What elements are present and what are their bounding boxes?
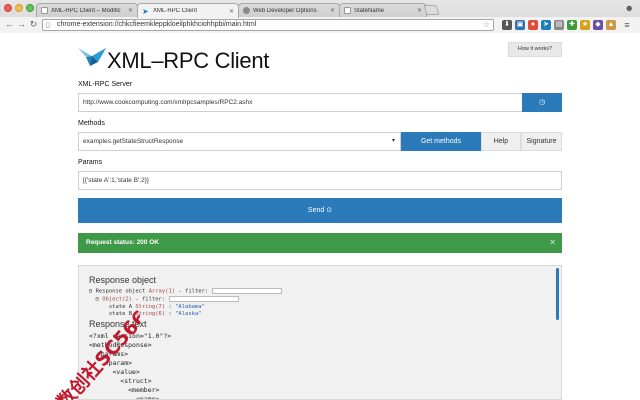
zoom-window-button[interactable] <box>26 4 34 12</box>
extension-blue-icon[interactable]: ▣ <box>515 20 525 30</box>
extension-green-icon[interactable]: ✚ <box>567 20 577 30</box>
bird-logo-icon <box>78 48 106 66</box>
bookmark-star-icon[interactable]: ☆ <box>483 20 490 30</box>
profile-icon[interactable]: ☻ <box>625 3 634 13</box>
browser-tab-1[interactable]: XML-RPC Client – Modific ✕ <box>36 3 138 17</box>
bird-logo-icon: ➤ <box>142 6 149 16</box>
object-tree-row[interactable]: ⊟ Response object Array(1) - filter: <box>89 288 282 295</box>
chevron-down-icon: ▾ <box>391 138 395 144</box>
extension-purple-icon[interactable]: ◆ <box>593 20 603 30</box>
response-xml-text: <?xml version="1.0"?> <methodResponse> <… <box>89 332 172 400</box>
get-methods-button[interactable]: Get methods <box>401 132 481 151</box>
signature-button[interactable]: Signature <box>521 132 562 151</box>
page-icon <box>41 7 48 14</box>
response-object-heading: Response object <box>89 275 157 285</box>
methods-label: Methods <box>78 120 105 127</box>
back-icon[interactable]: ← <box>4 19 15 30</box>
close-tab-icon[interactable]: ✕ <box>128 7 133 14</box>
response-scrollbar[interactable] <box>556 268 559 320</box>
object-tree-row: state B String(6) : "Alaska" <box>89 311 202 317</box>
close-tab-icon[interactable]: ✕ <box>229 8 234 15</box>
status-alert: Request status: 200 OK ✕ <box>78 233 562 253</box>
extension-bird-icon[interactable]: ➤ <box>541 20 551 30</box>
clock-icon: ◷ <box>538 99 546 106</box>
tab-title: XML-RPC Client <box>153 8 198 14</box>
arrow-circle-icon: ⊙ <box>326 207 333 214</box>
close-alert-icon[interactable]: ✕ <box>549 233 556 253</box>
close-tab-icon[interactable]: ✕ <box>330 7 335 14</box>
object-tree-row: state A String(7) : "Alabama" <box>89 304 205 310</box>
server-label: XML-RPC Server <box>78 81 133 88</box>
window-controls <box>4 4 34 12</box>
reload-icon[interactable]: ↻ <box>28 19 39 30</box>
page-icon <box>344 7 351 14</box>
page-info-icon[interactable]: ▯ <box>46 21 50 31</box>
filter-input[interactable] <box>211 288 282 294</box>
address-url: chrome-extension://chkcfieemkleppkloeilp… <box>57 21 257 28</box>
close-window-button[interactable] <box>4 4 12 12</box>
params-label: Params <box>78 159 103 166</box>
server-url-input[interactable]: http://www.cookcomputing.com/xmlrpcsampl… <box>78 93 523 112</box>
close-tab-icon[interactable]: ✕ <box>417 7 422 14</box>
object-tree-row[interactable]: ⊟ Object(2) - filter: <box>89 296 239 303</box>
tab-strip: XML-RPC Client – Modific ✕ ➤ XML-RPC Cli… <box>0 0 640 18</box>
forward-icon[interactable]: → <box>16 19 27 30</box>
extension-orange-icon[interactable]: ▲ <box>606 20 616 30</box>
menu-icon[interactable]: ≡ <box>622 20 632 30</box>
filter-input[interactable] <box>168 296 239 302</box>
response-panel: Response object ⊟ Response object Array(… <box>78 265 562 400</box>
minimize-window-button[interactable] <box>15 4 23 12</box>
tab-title: StateName <box>354 7 385 14</box>
new-tab-button[interactable] <box>423 5 440 15</box>
extension-grey-icon[interactable]: ▤ <box>554 20 564 30</box>
help-button[interactable]: Help <box>481 132 521 151</box>
browser-chrome: XML-RPC Client – Modific ✕ ➤ XML-RPC Cli… <box>0 0 640 33</box>
tab-title: Web Developer Options <box>253 7 317 14</box>
how-it-works-button[interactable]: How it works? <box>508 42 562 57</box>
extension-red-icon[interactable]: ● <box>528 20 538 30</box>
send-button-label: Send <box>307 207 325 214</box>
globe-icon <box>243 7 250 14</box>
server-history-button[interactable]: ◷ <box>522 93 562 112</box>
browser-tab-3[interactable]: Web Developer Options ✕ <box>238 3 340 17</box>
params-input[interactable]: [{'state A':1,'state B':2}] <box>78 171 562 190</box>
page-title: XML–RPC Client <box>107 48 270 73</box>
response-text-heading: Response text <box>89 319 147 329</box>
browser-tab-2[interactable]: ➤ XML-RPC Client ✕ <box>137 3 239 18</box>
app-page: XML–RPC Client How it works? XML-RPC Ser… <box>0 34 640 400</box>
status-text: Request status: 200 OK <box>86 239 159 246</box>
methods-select[interactable]: examples.getStateStructResponse ▾ <box>78 132 401 151</box>
send-button[interactable]: Send ⊙ <box>78 198 562 223</box>
browser-toolbar: ← → ↻ ▯ chrome-extension://chkcfieemklep… <box>0 17 640 33</box>
extension-download-icon[interactable]: ⬇ <box>502 20 512 30</box>
methods-selected-value: examples.getStateStructResponse <box>83 138 184 145</box>
address-bar[interactable]: ▯ chrome-extension://chkcfieemkleppkloei… <box>42 19 494 31</box>
tab-title: XML-RPC Client – Modific <box>51 7 121 14</box>
extension-yellow-icon[interactable]: ★ <box>580 20 590 30</box>
browser-tab-4[interactable]: StateName ✕ <box>339 3 427 17</box>
